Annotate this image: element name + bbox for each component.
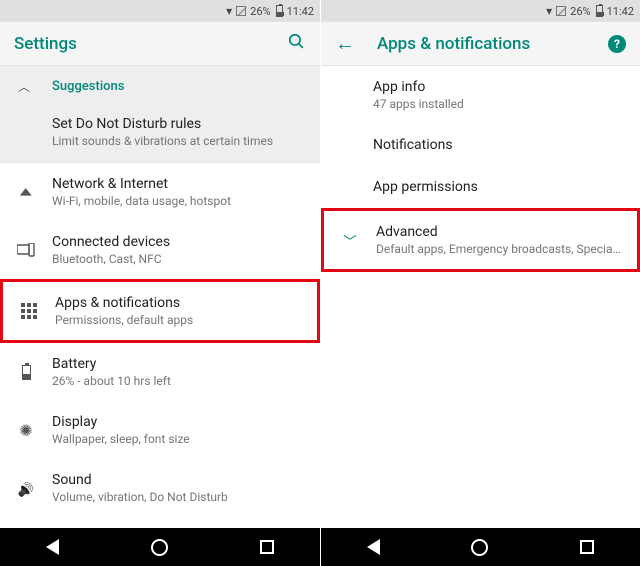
nav-recent-button[interactable] — [260, 540, 274, 554]
row-title: Connected devices — [52, 234, 306, 250]
row-title: Apps & notifications — [55, 295, 303, 311]
help-icon[interactable]: ? — [608, 35, 626, 53]
row-title: Battery — [52, 356, 306, 372]
row-network[interactable]: Network & Internet Wi-Fi, mobile, data u… — [0, 163, 320, 221]
nav-home-button[interactable] — [151, 539, 168, 556]
battery-icon — [596, 5, 603, 17]
row-notifications[interactable]: Notifications — [321, 124, 640, 166]
back-arrow-icon[interactable]: ← — [335, 31, 355, 56]
nav-back-button[interactable] — [367, 539, 380, 555]
row-display[interactable]: Display Wallpaper, sleep, font size — [0, 401, 320, 459]
wifi-icon: ▾ — [546, 4, 552, 18]
brightness-icon — [14, 421, 38, 440]
row-app-permissions[interactable]: App permissions — [321, 166, 640, 208]
row-sub: Default apps, Emergency broadcasts, Spec… — [376, 242, 623, 256]
clock: 11:42 — [287, 5, 314, 18]
suggestions-label: Suggestions — [52, 79, 124, 94]
wifi-icon — [14, 183, 38, 202]
devices-icon — [14, 243, 38, 257]
row-advanced[interactable]: ﹀ Advanced Default apps, Emergency broad… — [321, 208, 640, 272]
row-app-info[interactable]: App info 47 apps installed — [321, 66, 640, 124]
row-sub: Wallpaper, sleep, font size — [52, 432, 306, 446]
status-bar: ▾ 26% 11:42 — [0, 0, 320, 22]
battery-icon — [14, 365, 38, 380]
suggestions-header[interactable]: ︿ Suggestions — [0, 66, 320, 106]
app-bar: ← Apps & notifications ? — [321, 22, 640, 66]
row-apps-notifications[interactable]: Apps & notifications Permissions, defaul… — [0, 279, 320, 343]
apps-icon — [17, 303, 41, 319]
row-sub: Permissions, default apps — [55, 313, 303, 327]
battery-icon — [276, 5, 283, 17]
battery-percent: 26% — [570, 5, 590, 18]
row-title: Network & Internet — [52, 176, 306, 192]
row-sub: Wi-Fi, mobile, data usage, hotspot — [52, 194, 306, 208]
page-title: Settings — [14, 34, 287, 54]
row-sub: 26% - about 10 hrs left — [52, 374, 306, 388]
row-title: App permissions — [373, 179, 626, 195]
no-sim-icon — [236, 6, 246, 16]
nav-bar — [321, 528, 640, 566]
clock: 11:42 — [607, 5, 634, 18]
suggestion-title: Set Do Not Disturb rules — [52, 116, 306, 132]
no-sim-icon — [556, 6, 566, 16]
page-title: Apps & notifications — [377, 34, 608, 54]
row-title: Display — [52, 414, 306, 430]
battery-percent: 26% — [250, 5, 270, 18]
phone-left: ▾ 26% 11:42 Settings ︿ Suggestions Set D… — [0, 0, 320, 566]
suggestion-dnd[interactable]: Set Do Not Disturb rules Limit sounds & … — [0, 106, 320, 163]
row-title: Notifications — [373, 137, 626, 153]
app-bar: Settings — [0, 22, 320, 66]
sound-icon — [14, 479, 38, 498]
row-title: Sound — [52, 472, 306, 488]
chevron-down-icon: ﹀ — [338, 231, 362, 250]
row-storage[interactable]: Storage 37% used - 10.04 GB free — [0, 517, 320, 528]
row-sub: Bluetooth, Cast, NFC — [52, 252, 306, 266]
row-battery[interactable]: Battery 26% - about 10 hrs left — [0, 343, 320, 401]
row-connected-devices[interactable]: Connected devices Bluetooth, Cast, NFC — [0, 221, 320, 279]
suggestion-sub: Limit sounds & vibrations at certain tim… — [52, 134, 306, 148]
row-title: App info — [373, 79, 626, 95]
apps-notifications-list: App info 47 apps installed Notifications… — [321, 66, 640, 528]
phone-right: ▾ 26% 11:42 ← Apps & notifications ? App… — [320, 0, 640, 566]
nav-recent-button[interactable] — [580, 540, 594, 554]
search-icon[interactable] — [287, 32, 306, 55]
chevron-up-icon: ︿ — [18, 78, 38, 95]
row-sound[interactable]: Sound Volume, vibration, Do Not Disturb — [0, 459, 320, 517]
nav-bar — [0, 528, 320, 566]
row-sub: Volume, vibration, Do Not Disturb — [52, 490, 306, 504]
wifi-icon: ▾ — [226, 4, 232, 18]
nav-home-button[interactable] — [471, 539, 488, 556]
status-bar: ▾ 26% 11:42 — [321, 0, 640, 22]
row-title: Advanced — [376, 224, 623, 240]
settings-list: ︿ Suggestions Set Do Not Disturb rules L… — [0, 66, 320, 528]
row-sub: 47 apps installed — [373, 97, 626, 111]
nav-back-button[interactable] — [46, 539, 59, 555]
